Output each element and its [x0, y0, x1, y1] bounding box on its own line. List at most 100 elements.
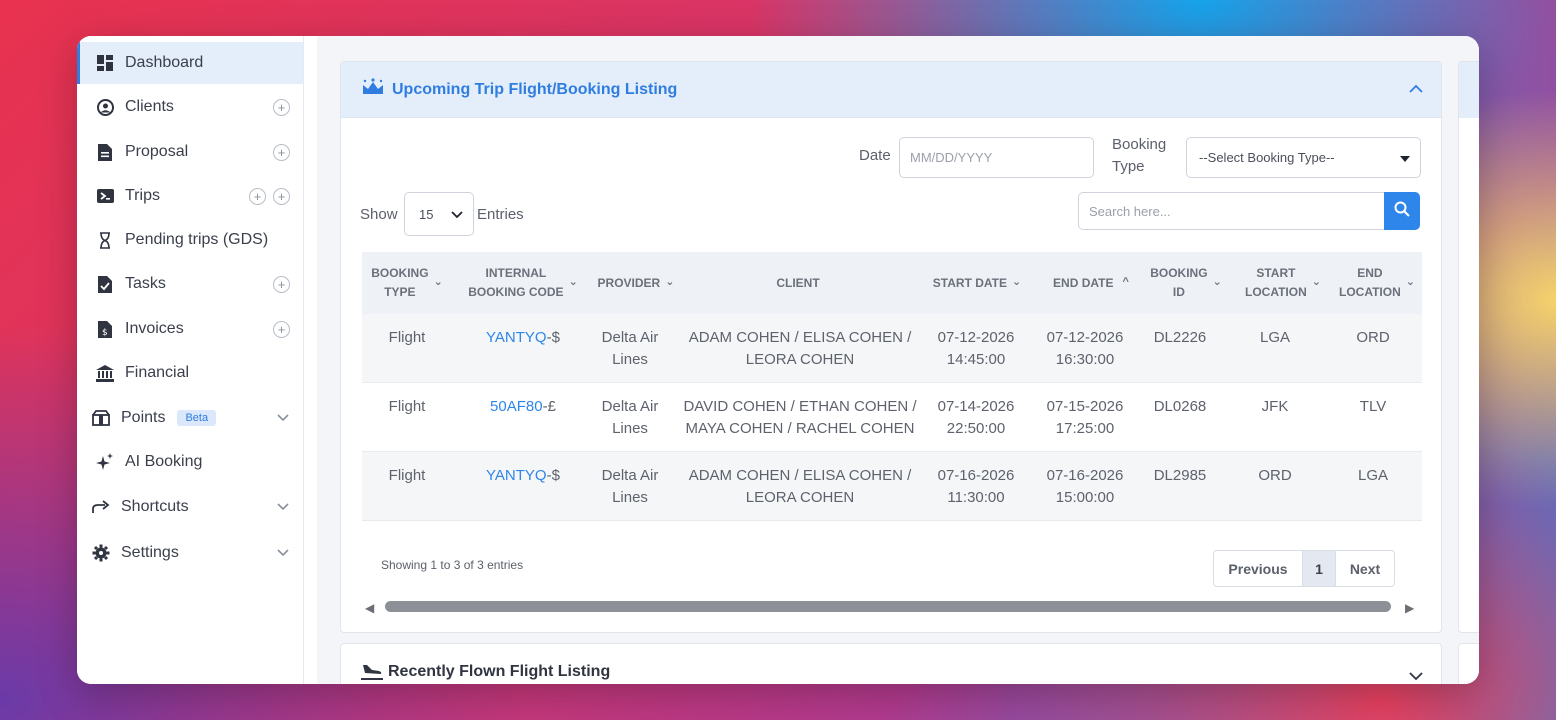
col-provider[interactable]: PROVIDER ⌄: [590, 252, 682, 314]
sidebar-item-ai-booking[interactable]: AI Booking: [77, 441, 303, 483]
entries-label: Entries: [477, 206, 524, 223]
cell-start-location: JFK: [1261, 398, 1289, 415]
horizontal-scrollbar[interactable]: ◀ ▶: [365, 600, 1421, 615]
col-start-location[interactable]: START LOCATION ⌄: [1234, 252, 1332, 314]
sort-icon: ⌄: [568, 276, 578, 289]
sidebar-item-label: Trips: [125, 187, 160, 204]
cell-end-location: TLV: [1359, 398, 1387, 415]
sidebar-item-label: Pending trips (GDS): [125, 231, 269, 248]
table-row[interactable]: Flight 50AF80 -£ Delta Air Lines DAVID COH…: [362, 383, 1422, 452]
sidebar-item-label: Points: [121, 409, 166, 426]
secondary-card-2: [1458, 643, 1479, 684]
cell-code: YANTYQ -$: [458, 452, 588, 521]
sidebar-item-label: Financial: [125, 364, 190, 381]
chevron-down-icon[interactable]: [277, 409, 289, 427]
caret-down-icon: [1400, 150, 1410, 165]
add-proposal-icon[interactable]: +: [273, 143, 290, 161]
scrollbar-thumb[interactable]: [385, 601, 1391, 612]
sidebar-item-trips[interactable]: Trips + +: [77, 175, 303, 217]
col-internal-booking-code[interactable]: INTERNAL BOOKING CODE ⌄: [458, 252, 588, 314]
chevron-down-icon[interactable]: [277, 498, 289, 516]
entries-value: 15: [419, 206, 434, 222]
scroll-left-icon[interactable]: ◀: [365, 601, 374, 615]
cell-type: Flight: [388, 467, 426, 484]
bank-icon: [94, 362, 116, 384]
svg-text:$: $: [102, 328, 108, 338]
col-client[interactable]: CLIENT: [682, 252, 914, 314]
sidebar-item-pending-trips[interactable]: Pending trips (GDS): [77, 219, 303, 261]
sidebar-item-label: Clients: [125, 98, 174, 115]
date-input[interactable]: MM/DD/YYYY: [899, 137, 1094, 178]
add-trip-icon[interactable]: +: [249, 187, 266, 205]
card-header[interactable]: Upcoming Trip Flight/Booking Listing: [341, 62, 1441, 118]
tasks-icon: [94, 273, 116, 295]
sidebar-item-settings[interactable]: Settings: [77, 532, 303, 574]
sidebar-item-financial[interactable]: Financial: [77, 352, 303, 394]
search-icon: [1394, 201, 1410, 222]
beta-badge: Beta: [177, 410, 217, 426]
recently-flown-card[interactable]: Recently Flown Flight Listing: [340, 643, 1442, 684]
col-end-date[interactable]: END DATE ^: [1038, 252, 1144, 314]
chevron-down-icon[interactable]: [277, 544, 289, 562]
sidebar-item-tasks[interactable]: Tasks +: [77, 263, 303, 305]
pagination: Previous 1 Next: [1213, 550, 1395, 587]
points-icon: [90, 407, 112, 429]
previous-button[interactable]: Previous: [1214, 551, 1302, 586]
date-label: Date: [859, 147, 891, 164]
app-window: Dashboard Clients + Proposal + Trips + +: [77, 36, 1479, 684]
sidebar-item-label: Dashboard: [125, 54, 204, 71]
sidebar-item-points[interactable]: Points Beta: [77, 397, 303, 439]
col-start-date[interactable]: START DATE ⌄: [922, 252, 1032, 314]
add-client-icon[interactable]: +: [273, 98, 290, 116]
scroll-right-icon[interactable]: ▶: [1405, 601, 1414, 615]
cell-booking-id: DL2985: [1153, 467, 1207, 484]
page-1-button[interactable]: 1: [1302, 551, 1336, 586]
upcoming-trips-card: Upcoming Trip Flight/Booking Listing Dat…: [340, 61, 1442, 633]
search-input[interactable]: Search here...: [1078, 192, 1386, 230]
cell-code: 50AF80 -£: [458, 383, 588, 452]
col-booking-id[interactable]: BOOKING ID ⌄: [1144, 252, 1228, 314]
search-button[interactable]: [1384, 192, 1420, 230]
chevron-up-icon[interactable]: [1409, 80, 1423, 98]
table-info: Showing 1 to 3 of 3 entries: [381, 558, 524, 572]
trips-icon: [94, 185, 116, 207]
sort-icon: ⌄: [665, 276, 675, 289]
sidebar-item-invoices[interactable]: $ Invoices +: [77, 308, 303, 350]
cell-client: ADAM COHEN / ELISA COHEN / LEORA COHEN: [688, 467, 912, 506]
secondary-card-header: [1459, 62, 1479, 118]
booking-type-label-2: Type: [1112, 158, 1145, 175]
table-row[interactable]: Flight YANTYQ -$ Delta Air Lines ADAM COHE…: [362, 452, 1422, 521]
invoices-icon: $: [94, 318, 116, 340]
booking-type-select[interactable]: --Select Booking Type--: [1186, 137, 1421, 178]
sidebar-item-dashboard[interactable]: Dashboard: [77, 42, 303, 84]
sidebar-item-label: Tasks: [125, 275, 166, 292]
sort-up-icon: ^: [1122, 276, 1129, 289]
cell-type: Flight: [388, 329, 426, 346]
cell-start-location: ORD: [1258, 467, 1292, 484]
add-trip-alt-icon[interactable]: +: [273, 187, 290, 205]
next-button[interactable]: Next: [1336, 551, 1394, 586]
col-booking-type[interactable]: BOOKING TYPE ⌄: [362, 252, 452, 314]
cell-code: YANTYQ -$: [458, 314, 588, 383]
booking-code-link[interactable]: 50AF80: [490, 396, 543, 418]
chevron-down-icon: [451, 207, 463, 222]
booking-code-link[interactable]: YANTYQ: [486, 327, 547, 349]
cell-start-date: 07-14-2026 22:50:00: [937, 398, 1015, 437]
sidebar-item-shortcuts[interactable]: Shortcuts: [77, 486, 303, 528]
cell-end-date: 07-16-2026 15:00:00: [1046, 467, 1124, 506]
entries-select[interactable]: 15: [404, 192, 474, 236]
cell-provider: Delta Air Lines: [601, 398, 659, 437]
add-task-icon[interactable]: +: [273, 275, 290, 293]
table-row[interactable]: Flight YANTYQ -$ Delta Air Lines ADAM COHE…: [362, 314, 1422, 383]
cell-client: ADAM COHEN / ELISA COHEN / LEORA COHEN: [688, 329, 912, 368]
card-title: Upcoming Trip Flight/Booking Listing: [392, 80, 678, 98]
sidebar-item-proposal[interactable]: Proposal +: [77, 131, 303, 173]
add-invoice-icon[interactable]: +: [273, 320, 290, 338]
sidebar-item-clients[interactable]: Clients +: [77, 86, 303, 128]
dashboard-icon: [94, 52, 116, 74]
table-header: BOOKING TYPE ⌄ INTERNAL BOOKING CODE ⌄ PROVI…: [362, 252, 1422, 314]
chevron-down-icon[interactable]: [1409, 668, 1423, 684]
col-end-location[interactable]: END LOCATION ⌄: [1332, 252, 1422, 314]
sort-icon: ⌄: [1212, 276, 1222, 289]
booking-code-link[interactable]: YANTYQ: [486, 465, 547, 487]
